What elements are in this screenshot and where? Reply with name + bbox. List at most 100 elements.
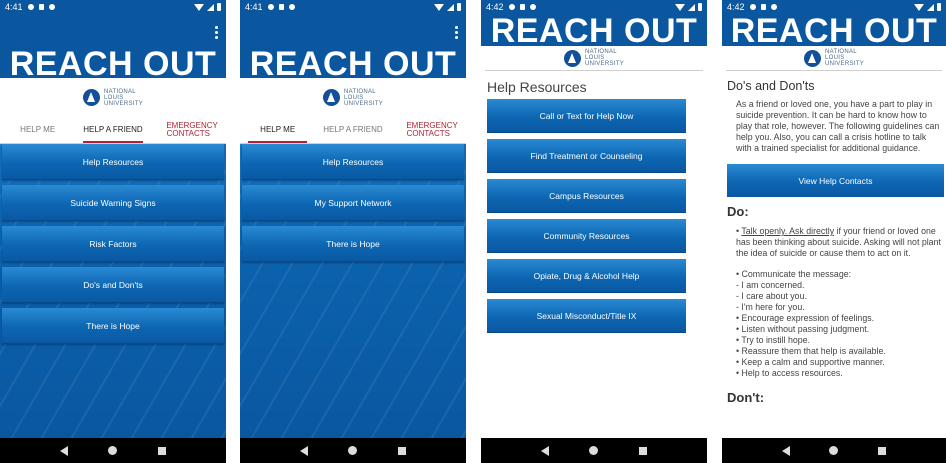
wifi-icon: [914, 3, 924, 11]
tab-bar: HELP ME HELP A FRIEND EMERGENCY CONTACTS: [0, 117, 226, 144]
button-community-resources[interactable]: Community Resources: [487, 219, 686, 253]
university-logo: NATIONAL LOUIS UNIVERSITY: [240, 78, 466, 117]
back-icon[interactable]: [300, 445, 309, 456]
menu-item-my-support-network[interactable]: My Support Network: [242, 185, 464, 221]
do-list-item: • Reassure them that help is available.: [736, 346, 886, 356]
button-opiate-drug-alcohol[interactable]: Opiate, Drug & Alcohol Help: [487, 259, 686, 293]
tab-help-me[interactable]: HELP ME: [0, 117, 75, 143]
menu-item-risk-factors[interactable]: Risk Factors: [2, 226, 224, 262]
sd-card-icon: [519, 4, 525, 10]
signal-icon: [207, 3, 214, 11]
home-icon[interactable]: [829, 446, 839, 455]
do-list-item: • Listen without passing judgment.: [736, 324, 870, 334]
nlu-logo-icon: [803, 49, 821, 67]
menu-item-there-is-hope[interactable]: There is Hope: [2, 308, 224, 344]
recents-icon[interactable]: [397, 446, 406, 455]
tab-help-a-friend[interactable]: HELP A FRIEND: [75, 117, 150, 143]
button-call-or-text[interactable]: Call or Text for Help Now: [487, 99, 686, 133]
app-title: REACH OUT: [490, 12, 698, 50]
settings-icon: [749, 4, 756, 10]
home-icon[interactable]: [589, 446, 599, 455]
signal-icon: [688, 3, 695, 11]
battery-icon: [217, 3, 221, 11]
logo-text-line3: UNIVERSITY: [343, 100, 383, 107]
back-icon[interactable]: [60, 445, 69, 456]
wifi-icon: [434, 3, 444, 11]
recents-icon[interactable]: [157, 446, 166, 455]
sd-card-icon: [278, 4, 284, 10]
tab-emergency-contacts[interactable]: EMERGENCY CONTACTS: [391, 117, 466, 143]
tab-emergency-contacts[interactable]: EMERGENCY CONTACTS: [151, 117, 226, 143]
menu-item-dos-and-donts[interactable]: Do's and Don'ts: [2, 267, 224, 303]
tab-bar: HELP ME HELP A FRIEND EMERGENCY CONTACTS: [240, 117, 466, 144]
sync-icon: [288, 4, 295, 10]
do-list-item: - I'm here for you.: [736, 302, 805, 312]
menu-item-help-resources[interactable]: Help Resources: [242, 144, 464, 180]
do-list-item: • Help to access resources.: [736, 368, 843, 378]
sync-icon: [48, 4, 55, 10]
wifi-icon: [675, 3, 685, 11]
nav-bar: [0, 438, 226, 463]
battery-icon: [937, 3, 941, 11]
menu-item-help-resources[interactable]: Help Resources: [2, 144, 224, 180]
button-find-treatment[interactable]: Find Treatment or Counseling: [487, 139, 686, 173]
do-list-item: - I care about you.: [736, 291, 807, 301]
tab-label: HELP ME: [260, 125, 296, 134]
page-title: Do's and Don'ts: [727, 79, 815, 93]
university-logo: NATIONAL LOUIS UNIVERSITY: [0, 78, 226, 117]
do-list-item: • Keep a calm and supportive manner.: [736, 357, 885, 367]
app-title: REACH OUT: [9, 45, 217, 83]
do-list: • Communicate the message: - I am concer…: [722, 259, 946, 379]
recents-icon[interactable]: [638, 446, 647, 455]
intro-text: As a friend or loved one, you have a par…: [736, 99, 940, 153]
screen-help-me: 4:41 REACH OUT NATIONAL LOUIS UNIVERSITY H…: [240, 0, 466, 463]
view-help-contacts-button[interactable]: View Help Contacts: [727, 164, 944, 197]
clock: 4:42: [486, 2, 504, 12]
nav-bar: [722, 438, 946, 463]
menu-item-there-is-hope[interactable]: There is Hope: [242, 226, 464, 262]
sync-icon: [770, 4, 777, 10]
nav-bar: [240, 438, 466, 463]
tab-help-a-friend[interactable]: HELP A FRIEND: [315, 117, 390, 143]
overflow-menu-icon[interactable]: [215, 24, 218, 41]
do-list-item: - I am concerned.: [736, 280, 805, 290]
do-list-item: • Encourage expression of feelings.: [736, 313, 875, 323]
wifi-icon: [194, 3, 204, 11]
menu-item-suicide-warning-signs[interactable]: Suicide Warning Signs: [2, 185, 224, 221]
overflow-menu-icon[interactable]: [455, 24, 458, 41]
menu-list: Help Resources My Support Network There …: [240, 144, 466, 438]
resource-list: Call or Text for Help Now Find Treatment…: [481, 95, 707, 333]
sync-icon: [529, 4, 536, 10]
app-title: REACH OUT: [730, 12, 938, 50]
back-icon[interactable]: [541, 445, 550, 456]
status-bar: 4:41: [240, 0, 466, 14]
tab-label: HELP ME: [20, 125, 56, 134]
status-bar: 4:41: [0, 0, 226, 14]
tab-label: EMERGENCY CONTACTS: [406, 121, 458, 138]
screen-dos-and-donts: 4:42 REACH OUT NATIONAL LOUIS UNIVERSITY D…: [722, 0, 946, 463]
screen-help-a-friend: 4:41 REACH OUT NATIONAL LOUIS UNIVERSITY H…: [0, 0, 226, 463]
nlu-logo-icon: [563, 49, 581, 67]
logo-text-line3: UNIVERSITY: [824, 61, 864, 67]
home-icon[interactable]: [108, 446, 118, 455]
do-heading: Do:: [727, 204, 749, 219]
do-list-item: • Try to instill hope.: [736, 335, 810, 345]
settings-icon: [267, 4, 274, 10]
sd-card-icon: [760, 4, 766, 10]
clock: 4:41: [245, 2, 263, 12]
button-campus-resources[interactable]: Campus Resources: [487, 179, 686, 213]
tab-label: HELP A FRIEND: [323, 125, 383, 134]
clock: 4:42: [727, 2, 745, 12]
section-heading: Help Resources: [487, 79, 587, 95]
recents-icon[interactable]: [878, 446, 887, 455]
battery-icon: [457, 3, 461, 11]
button-sexual-misconduct[interactable]: Sexual Misconduct/Title IX: [487, 299, 686, 333]
tab-help-me[interactable]: HELP ME: [240, 117, 315, 143]
back-icon[interactable]: [781, 445, 790, 456]
do-first-emphasis: Talk openly. Ask directly: [741, 226, 835, 236]
nlu-logo-icon: [82, 89, 100, 106]
home-icon[interactable]: [348, 446, 358, 455]
app-title: REACH OUT: [249, 45, 457, 83]
nlu-logo-icon: [322, 89, 340, 106]
do-first-item: • Talk openly. Ask directly if your frie…: [736, 226, 941, 258]
